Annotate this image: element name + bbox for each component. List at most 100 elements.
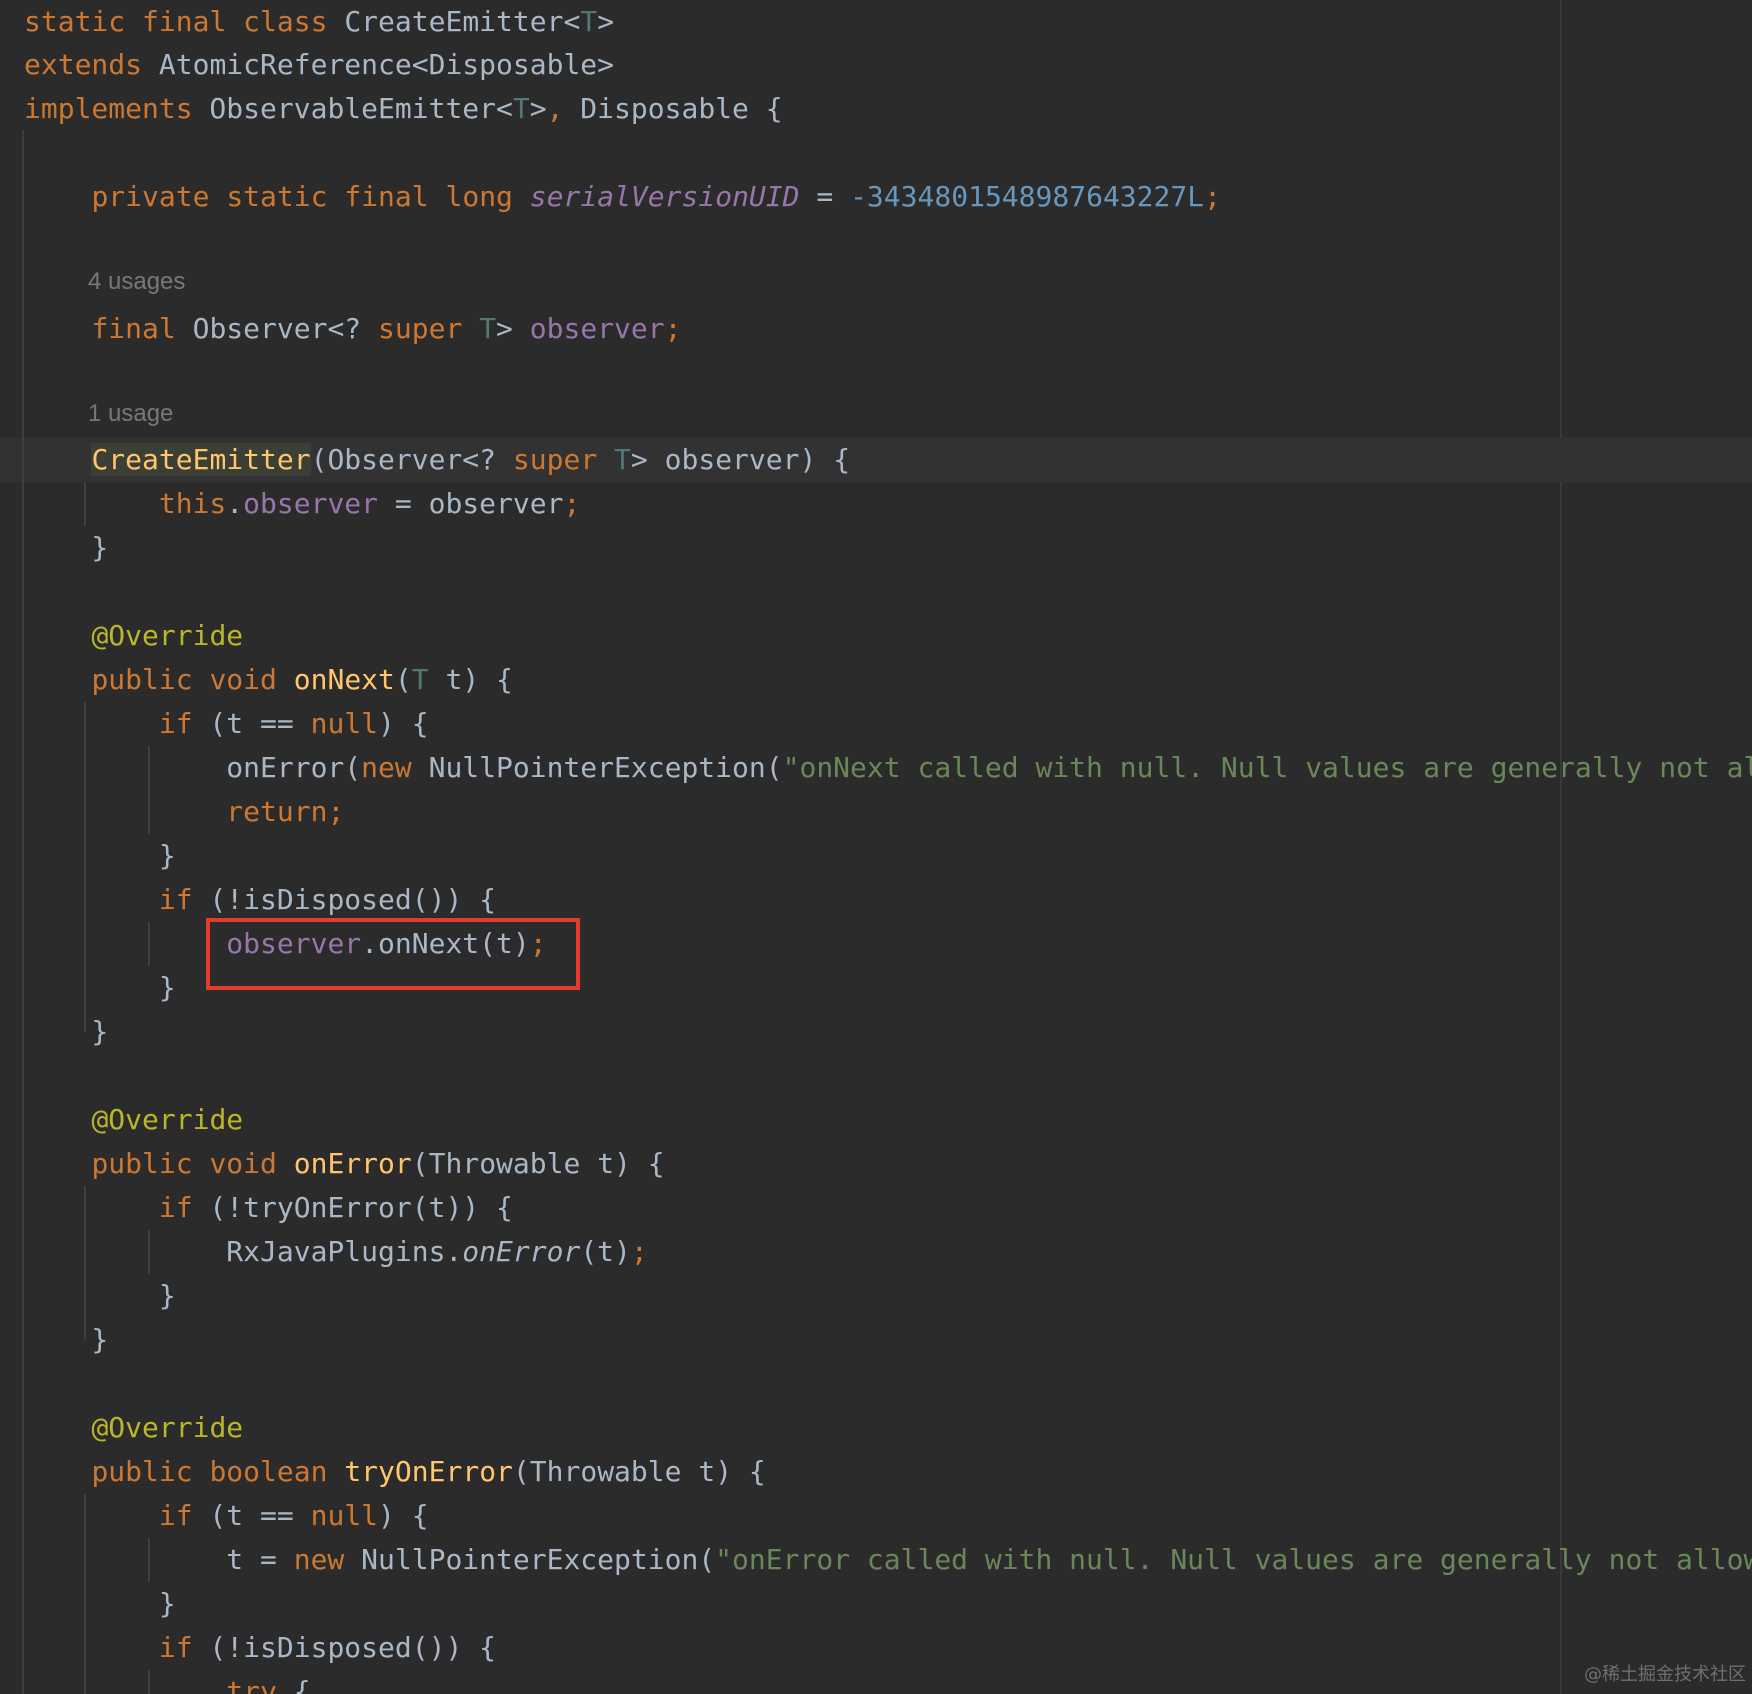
code-token: (t == (192, 1499, 311, 1532)
code-token: onNext (293, 663, 395, 696)
code-token: extends (24, 48, 143, 81)
code-token: T (614, 443, 631, 476)
code-token: } (24, 1587, 176, 1620)
code-token: } (24, 1279, 176, 1312)
code-token: } (24, 1015, 109, 1048)
code-line[interactable]: @Override (24, 614, 243, 658)
code-line[interactable]: } (24, 1010, 108, 1054)
code-line[interactable]: } (24, 1274, 176, 1318)
code-token: final (142, 5, 227, 38)
code-token: if (158, 1191, 193, 1224)
code-token: boolean (209, 1455, 328, 1488)
code-token: new (361, 751, 412, 784)
code-token: RxJavaPlugins. (24, 1235, 463, 1268)
code-token: NullPointerException( (344, 1543, 716, 1576)
code-line[interactable]: final Observer<? super T> observer; (24, 307, 681, 351)
code-token: > (496, 312, 530, 345)
code-token: . (226, 487, 244, 520)
code-token: (!tryOnError(t)) { (192, 1191, 513, 1224)
code-line[interactable]: } (24, 966, 176, 1010)
usage-hint[interactable]: 4 usages (88, 268, 185, 296)
code-token: T (512, 92, 530, 125)
code-line[interactable]: private static final long serialVersionU… (24, 175, 1221, 219)
code-token: "onNext called with null. Null values ar… (782, 751, 1752, 784)
code-token: > (597, 5, 615, 38)
code-line[interactable]: if (!isDisposed()) { (24, 878, 496, 922)
code-token: -3434801548987643227L (850, 180, 1205, 213)
code-token: tryOnError (344, 1455, 513, 1488)
code-line[interactable]: } (24, 526, 108, 570)
code-line[interactable]: public void onError(Throwable t) { (24, 1142, 664, 1186)
code-token: } (24, 971, 176, 1004)
code-token: (t) (580, 1235, 631, 1268)
code-line[interactable]: this.observer = observer; (24, 482, 580, 526)
code-token: } (24, 531, 109, 564)
code-line[interactable]: public boolean tryOnError(Throwable t) { (24, 1450, 766, 1494)
code-line[interactable]: CreateEmitter(Observer<? super T> observ… (24, 438, 850, 482)
code-token: } (24, 839, 176, 872)
code-line[interactable]: public void onNext(T t) { (24, 658, 512, 702)
code-token: if (158, 1631, 193, 1664)
code-editor[interactable]: static final class CreateEmitter<T> exten… (0, 0, 1752, 1694)
code-line[interactable]: if (t == null) { (24, 1494, 429, 1538)
code-token: = observer (378, 487, 564, 520)
code-line[interactable]: } (24, 834, 176, 878)
code-token: > (529, 92, 547, 125)
code-line[interactable]: if (!isDisposed()) { (24, 1626, 496, 1670)
code-token: final (344, 180, 429, 213)
code-line[interactable]: onError(new NullPointerException("onNext… (24, 746, 1752, 790)
code-token: @Override (91, 619, 244, 652)
code-token: serialVersionUID (529, 180, 800, 213)
code-line[interactable]: } (24, 1318, 108, 1362)
code-line[interactable]: return; (24, 790, 344, 834)
code-token: ; (1204, 180, 1221, 213)
code-line[interactable]: @Override (24, 1098, 243, 1142)
code-token: T (411, 663, 429, 696)
code-line[interactable]: extends AtomicReference<Disposable> (24, 43, 614, 87)
code-line[interactable]: @Override (24, 1406, 243, 1450)
code-token: T (479, 312, 497, 345)
code-token: public (91, 1147, 193, 1180)
usage-hint[interactable]: 1 usage (88, 400, 173, 428)
code-token: void (209, 663, 277, 696)
code-token: long (445, 180, 513, 213)
code-token: class (243, 5, 328, 38)
code-token: onError (293, 1147, 412, 1180)
code-token: ; (630, 1235, 648, 1268)
code-token: static (24, 5, 126, 38)
code-token: (t == (192, 707, 311, 740)
code-token: observer (243, 487, 379, 520)
code-token: (Throwable t) { (512, 1455, 766, 1488)
watermark: @稀土掘金技术社区 (1584, 1664, 1746, 1685)
code-line[interactable]: if (t == null) { (24, 702, 429, 746)
code-token: try (226, 1675, 277, 1694)
code-line[interactable]: t = new NullPointerException("onError ca… (24, 1538, 1752, 1582)
code-line[interactable]: } (24, 1582, 176, 1626)
code-line[interactable]: static final class CreateEmitter<T> (24, 0, 614, 44)
code-token: public (91, 1455, 193, 1488)
code-line[interactable]: try { (24, 1670, 310, 1694)
code-line[interactable]: implements ObservableEmitter<T>, Disposa… (24, 87, 783, 131)
code-line[interactable]: RxJavaPlugins.onError(t); (24, 1230, 648, 1274)
code-line[interactable]: if (!tryOnError(t)) { (24, 1186, 513, 1230)
code-token: super (512, 443, 598, 476)
